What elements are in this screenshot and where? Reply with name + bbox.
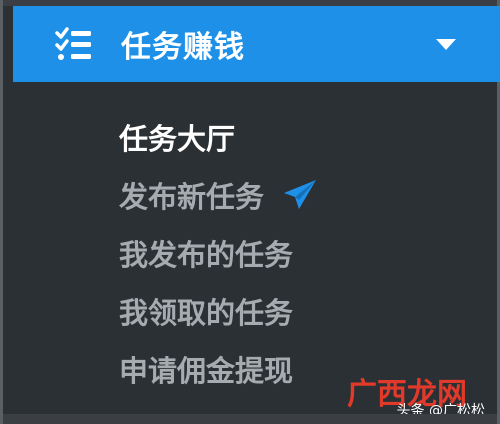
bottom-border: [3, 414, 497, 424]
menu-item-my-claimed-tasks[interactable]: 我领取的任务: [119, 282, 318, 340]
menu-item-my-published-tasks[interactable]: 我发布的任务: [119, 224, 318, 282]
submenu-list: 任务大厅 发布新任务 我发布的任务 我领取的任务 申请佣金提现: [119, 108, 318, 398]
sidebar-panel: 任务赚钱 任务大厅 发布新任务 我发布的任务 我领取的任务 申请佣金提现 广西龙…: [0, 0, 500, 424]
menu-item-label: 发布新任务: [119, 180, 265, 214]
menu-item-label: 我领取的任务: [119, 296, 294, 330]
menu-item-label: 我发布的任务: [119, 238, 294, 272]
menu-item-task-hall[interactable]: 任务大厅: [119, 108, 318, 166]
menu-item-withdraw-commission[interactable]: 申请佣金提现: [119, 340, 318, 398]
paper-plane-icon: [284, 180, 317, 209]
task-list-icon: [55, 27, 91, 60]
menu-item-publish-task[interactable]: 发布新任务: [119, 166, 318, 224]
menu-header-task-earning[interactable]: 任务赚钱: [13, 6, 500, 82]
menu-item-label: 任务大厅: [119, 122, 236, 156]
menu-item-label: 申请佣金提现: [119, 354, 294, 388]
caret-down-icon[interactable]: [436, 39, 456, 50]
menu-header-title: 任务赚钱: [121, 30, 245, 65]
